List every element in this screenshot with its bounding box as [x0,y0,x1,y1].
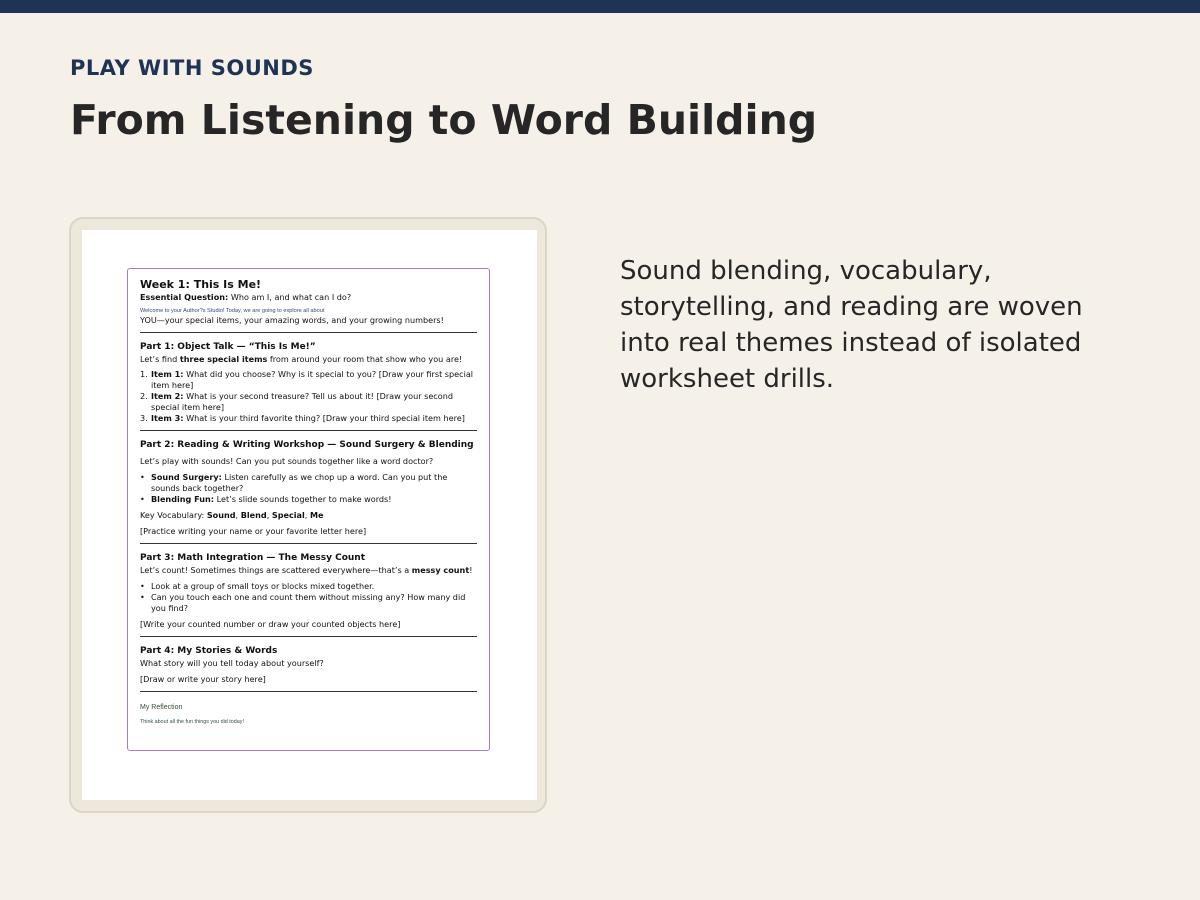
list-item: • Sound Surgery: Listen carefully as we c… [140,472,477,494]
part2-practice-prompt: [Practice writing your name or your favo… [140,526,367,536]
part3-bullets: • Look at a group of small toys or blocks… [140,581,477,614]
part3-intro-bold: messy count [411,565,470,575]
item-number: 3. [140,413,148,423]
list-item: • Blending Fun: Let’s slide sounds togeth… [140,494,477,505]
part3-title: Part 3: Math Integration — The Messy Cou… [140,553,365,563]
reflection-subtitle: Think about all the fun things you did t… [140,719,244,725]
list-item: 2. Item 2: What is your second treasure? … [140,391,477,413]
part4-prompt: [Draw or write your story here] [140,674,266,684]
vocab-word: Blend [240,510,267,520]
item-label: Item 3: [151,413,184,423]
part1-intro-pre: Let’s find [140,354,180,364]
part3-intro: Let’s count! Sometimes things are scatte… [140,565,477,576]
worksheet-document: Week 1: This Is Me! Essential Question: … [127,268,490,751]
item-text: What is your second treasure? Tell us ab… [151,391,453,412]
welcome-tiny-text: Welcome to your Author?s Studio! Today, … [140,308,325,314]
part3-intro-pre: Let’s count! Sometimes things are scatte… [140,565,412,575]
bullet-text: Let’s slide sounds together to make word… [214,494,392,504]
item-label: Item 2: [151,391,184,401]
slide-title: From Listening to Word Building [70,96,818,144]
bullet-mark: • [140,472,145,482]
divider [140,691,477,692]
item-number: 1. [140,369,148,379]
part1-items-list: 1. Item 1: What did you choose? Why is it… [140,369,477,424]
key-vocabulary: Key Vocabulary: Sound, Blend, Special, M… [140,510,324,520]
welcome-line: YOU—your special items, your amazing wor… [140,315,444,325]
section-eyebrow: PLAY WITH SOUNDS [70,56,314,80]
item-text: What is your third favorite thing? [Draw… [183,413,465,423]
part1-intro-post: from around your room that show who you … [267,354,463,364]
item-number: 2. [140,391,148,401]
reflection-title: My Reflection [140,704,183,711]
list-item: 3. Item 3: What is your third favorite th… [140,413,477,424]
essential-question-text: Who am I, and what can I do? [228,292,352,302]
bullet-text: Can you touch each one and count them wi… [151,592,466,613]
list-item: • Look at a group of small toys or blocks… [140,581,477,592]
worksheet-title: Week 1: This Is Me! [140,278,262,291]
divider [140,636,477,637]
vocab-word: Special [271,510,305,520]
part1-intro-bold: three special items [179,354,268,364]
part1-intro: Let’s find three special items from arou… [140,354,477,365]
bullet-mark: • [140,592,145,602]
slide-body-text: Sound blending, vocabulary, storytelling… [620,256,1083,394]
bullet-mark: • [140,494,145,504]
bullet-label: Sound Surgery: [151,472,222,482]
part1-title: Part 1: Object Talk — “This Is Me!” [140,342,316,352]
essential-question: Essential Question: Who am I, and what c… [140,292,477,303]
essential-question-label: Essential Question: [140,292,229,302]
top-accent-bar [0,0,1200,13]
part3-intro-post: ! [469,565,473,575]
divider [140,430,477,431]
part2-intro: Let’s play with sounds! Can you put soun… [140,456,434,466]
part3-prompt: [Write your counted number or draw your … [140,619,401,629]
item-text: What did you choose? Why is it special t… [151,369,474,390]
vocab-word: Sound [206,510,236,520]
list-item: • Can you touch each one and count them w… [140,592,477,614]
divider [140,332,477,333]
bullet-mark: • [140,581,145,591]
part4-intro: What story will you tell today about you… [140,658,324,668]
vocab-label: Key Vocabulary: [140,510,207,520]
part2-bullets: • Sound Surgery: Listen carefully as we c… [140,472,477,505]
bullet-text: Look at a group of small toys or blocks … [151,581,375,591]
divider [140,543,477,544]
part2-title: Part 2: Reading & Writing Workshop — Sou… [140,440,474,450]
vocab-word: Me [309,510,324,520]
part4-title: Part 4: My Stories & Words [140,646,278,656]
bullet-label: Blending Fun: [151,494,215,504]
list-item: 1. Item 1: What did you choose? Why is it… [140,369,477,391]
item-label: Item 1: [151,369,184,379]
